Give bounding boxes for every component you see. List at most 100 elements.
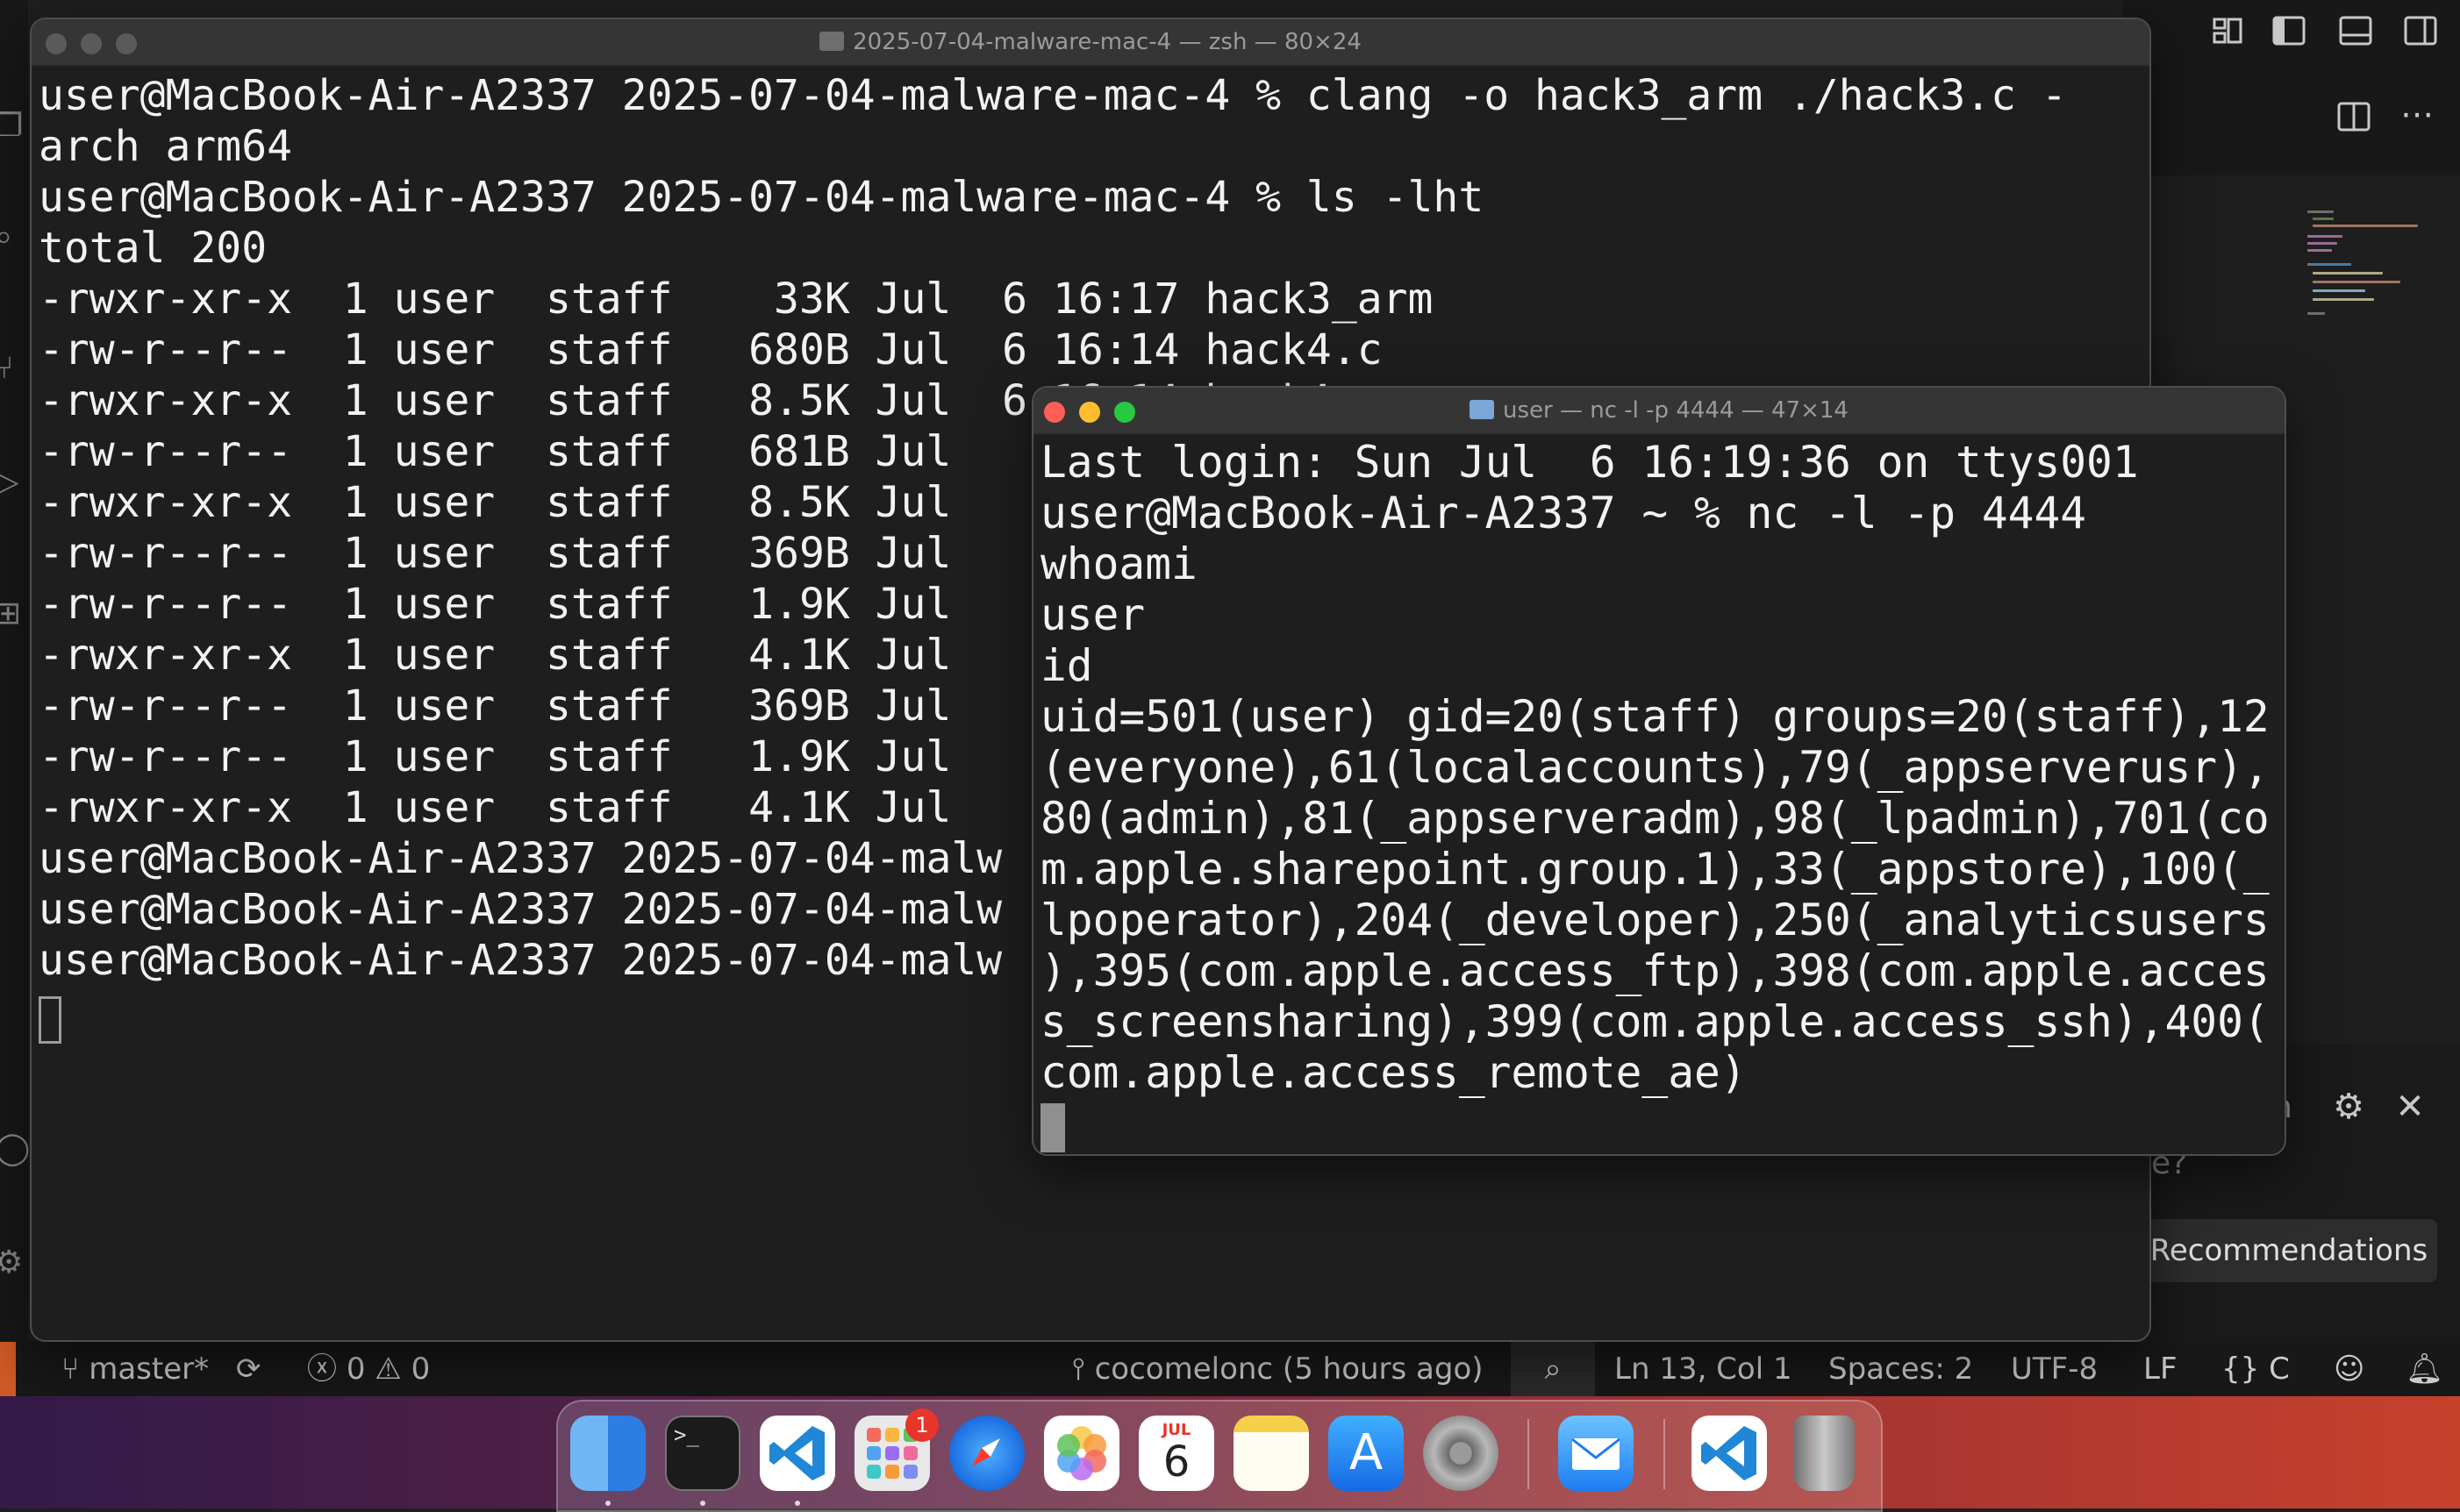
running-indicator xyxy=(795,1501,800,1506)
status-bar: ⑂ master* ⟳ ⓧ 0 ⚠ 0 ⫯ cocomelonc (5 hour… xyxy=(0,1342,2460,1396)
terminal-line: -rw-r--r-- 1 user staff 369B Jul xyxy=(39,529,952,578)
terminal-cursor xyxy=(39,996,61,1044)
calendar-day: 6 xyxy=(1162,1437,1191,1487)
terminal-line: user@MacBook-Air-A2337 2025-07-04-malw xyxy=(39,885,1003,934)
terminal-window-nc[interactable]: user — nc -l -p 4444 — 47×14 Last login:… xyxy=(1032,386,2286,1156)
terminal-line: lpoperator),204(_developer),250(_analyti… xyxy=(1040,895,2270,945)
mail-icon[interactable] xyxy=(1558,1416,1634,1491)
manage-gear-icon[interactable]: ⚙ xyxy=(0,1245,30,1280)
customize-layout-icon[interactable] xyxy=(2209,12,2246,49)
braces-icon: {} xyxy=(2221,1352,2260,1387)
zoom-button[interactable] xyxy=(116,33,137,54)
vscode-icon[interactable] xyxy=(1691,1416,1767,1491)
folder-icon xyxy=(819,32,845,51)
terminal-icon[interactable]: >_ xyxy=(665,1416,740,1491)
terminal-titlebar[interactable]: 2025-07-04-malware-mac-4 — zsh — 80×24 xyxy=(32,19,2149,67)
terminal-line: user@MacBook-Air-A2337 ~ % nc -l -p 4444 xyxy=(1040,488,2087,538)
zoom-search-icon[interactable]: ⌕ xyxy=(1511,1342,1595,1396)
copilot-icon[interactable]: ☺ xyxy=(2334,1342,2364,1396)
finder-icon[interactable] xyxy=(570,1416,646,1491)
branch-indicator[interactable]: ⑂ master* ⟳ xyxy=(61,1342,261,1396)
running-indicator xyxy=(605,1501,611,1506)
terminal-title: user — nc -l -p 4444 — 47×14 xyxy=(1503,397,1849,424)
cursor-position[interactable]: Ln 13, Col 1 xyxy=(1614,1342,1792,1396)
terminal-line: Last login: Sun Jul 6 16:19:36 on ttys00… xyxy=(1040,437,2139,488)
running-indicator xyxy=(700,1501,705,1506)
language-mode[interactable]: {} C xyxy=(2221,1342,2290,1396)
account-icon[interactable]: ◯ xyxy=(0,1131,30,1166)
dock-separator xyxy=(1663,1419,1665,1489)
explorer-icon[interactable]: ❐ xyxy=(0,109,30,144)
notifications-bell-icon[interactable]: 🔔︎ xyxy=(2406,1342,2443,1396)
layout-controls xyxy=(2123,0,2460,61)
git-branch-icon: ⑂ xyxy=(61,1352,80,1387)
chat-settings-gear-icon[interactable]: ⚙ xyxy=(2329,1088,2368,1126)
encoding[interactable]: UTF-8 xyxy=(2011,1342,2098,1396)
terminal-line: -rwxr-xr-x 1 user staff 4.1K Jul xyxy=(39,783,952,832)
toggle-secondary-sidebar-icon[interactable] xyxy=(2402,12,2439,49)
calendar-month: JUL xyxy=(1162,1421,1191,1439)
activity-bar: ❐ ⌕ ⑂ ▷ ⊞ ◯ ⚙ xyxy=(0,0,30,1342)
end-of-line[interactable]: LF xyxy=(2143,1342,2178,1396)
extensions-icon[interactable]: ⊞ xyxy=(0,596,30,631)
split-editor-icon[interactable] xyxy=(2335,98,2372,135)
terminal-line: user@MacBook-Air-A2337 2025-07-04-malw xyxy=(39,936,1003,985)
dock: >_ JUL 6 A xyxy=(556,1400,1883,1512)
sync-icon[interactable]: ⟳ xyxy=(236,1352,261,1387)
minimize-button[interactable] xyxy=(1079,402,1100,423)
terminal-line: -rw-r--r-- 1 user staff 1.9K Jul xyxy=(39,732,952,781)
minimize-button[interactable] xyxy=(81,33,102,54)
calendar-icon[interactable]: JUL 6 xyxy=(1139,1416,1214,1491)
terminal-line: whoami xyxy=(1040,538,1198,589)
recommendations-button[interactable]: Recommendations xyxy=(2141,1219,2437,1282)
photos-icon[interactable] xyxy=(1044,1416,1119,1491)
trash-icon[interactable] xyxy=(1793,1416,1855,1491)
safari-icon[interactable] xyxy=(949,1416,1025,1491)
notes-icon[interactable] xyxy=(1234,1416,1309,1491)
git-blame[interactable]: ⫯ cocomelonc (5 hours ago) xyxy=(1072,1342,1484,1396)
commit-icon: ⫯ xyxy=(1072,1352,1085,1387)
minimap[interactable] xyxy=(2307,210,2421,333)
terminal-output[interactable]: Last login: Sun Jul 6 16:19:36 on ttys00… xyxy=(1033,435,2285,1154)
search-icon[interactable]: ⌕ xyxy=(0,219,30,254)
branch-name: master* xyxy=(89,1352,210,1387)
close-button[interactable] xyxy=(1044,402,1065,423)
terminal-line: s_screensharing),399(com.apple.access_ss… xyxy=(1040,996,2270,1047)
close-button[interactable] xyxy=(46,33,67,54)
terminal-line: arch arm64 xyxy=(39,122,292,171)
toggle-primary-sidebar-icon[interactable] xyxy=(2270,12,2307,49)
terminal-line: user@MacBook-Air-A2337 2025-07-04-malw xyxy=(39,834,1003,883)
zoom-button[interactable] xyxy=(1114,402,1135,423)
toggle-panel-icon[interactable] xyxy=(2337,12,2374,49)
terminal-line: (everyone),61(localaccounts),79(_appserv… xyxy=(1040,742,2270,793)
terminal-line: total 200 xyxy=(39,224,268,273)
blame-text: cocomelonc (5 hours ago) xyxy=(1094,1352,1484,1387)
chat-close-icon[interactable]: ✕ xyxy=(2391,1088,2429,1126)
system-settings-icon[interactable] xyxy=(1423,1416,1498,1491)
error-icon: ⓧ xyxy=(307,1352,337,1387)
run-debug-icon[interactable]: ▷ xyxy=(0,465,30,500)
remote-indicator[interactable] xyxy=(0,1342,16,1396)
terminal-titlebar[interactable]: user — nc -l -p 4444 — 47×14 xyxy=(1033,388,2285,435)
terminal-line: -rwxr-xr-x 1 user staff 4.1K Jul xyxy=(39,631,952,680)
error-count: 0 xyxy=(346,1352,366,1387)
warning-icon: ⚠ xyxy=(375,1352,402,1387)
terminal-line: com.apple.access_remote_ae) xyxy=(1040,1047,1747,1098)
app-store-icon[interactable]: A xyxy=(1328,1416,1404,1491)
notification-badge: 1 xyxy=(905,1409,939,1442)
terminal-line: user@MacBook-Air-A2337 2025-07-04-malwar… xyxy=(39,173,1484,222)
terminal-line: -rw-r--r-- 1 user staff 681B Jul xyxy=(39,427,952,476)
indentation[interactable]: Spaces: 2 xyxy=(1828,1342,1973,1396)
problems-indicator[interactable]: ⓧ 0 ⚠ 0 xyxy=(307,1342,430,1396)
terminal-line: -rw-r--r-- 1 user staff 1.9K Jul xyxy=(39,580,952,629)
more-actions-icon[interactable]: ⋯ xyxy=(2399,97,2435,135)
terminal-line: user@MacBook-Air-A2337 2025-07-04-malwar… xyxy=(39,71,2067,120)
editor-actions-bar: ⋯ xyxy=(2148,61,2460,175)
source-control-icon[interactable]: ⑂ xyxy=(0,351,30,386)
terminal-line: -rw-r--r-- 1 user staff 680B Jul 6 16:14… xyxy=(39,325,1383,374)
vscode-icon[interactable] xyxy=(760,1416,835,1491)
terminal-line: -rwxr-xr-x 1 user staff 8.5K Jul xyxy=(39,478,952,527)
dock-separator xyxy=(1527,1419,1529,1489)
terminal-line: -rw-r--r-- 1 user staff 369B Jul xyxy=(39,681,952,731)
language-name: C xyxy=(2269,1352,2290,1387)
